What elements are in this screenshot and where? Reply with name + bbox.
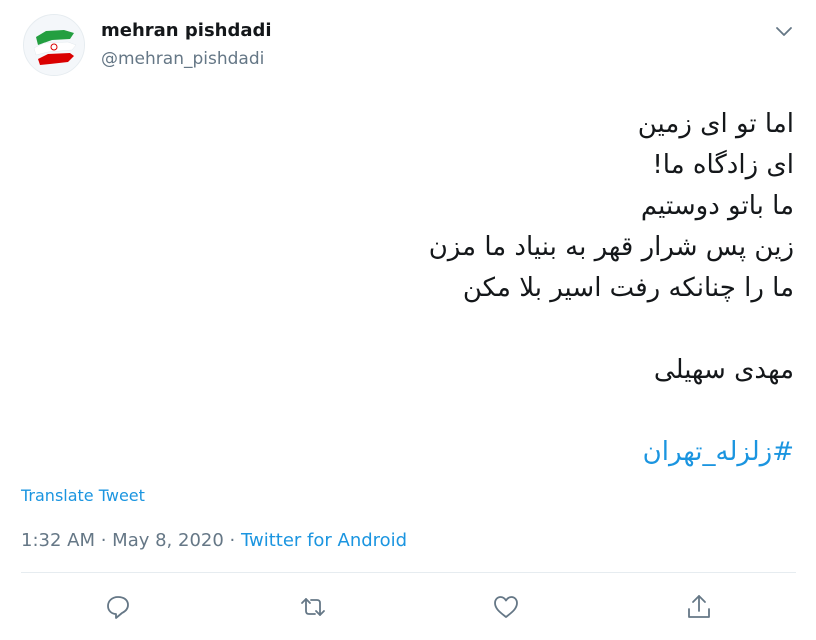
author-display-name[interactable]: mehran pishdadi bbox=[101, 20, 272, 41]
heart-icon bbox=[494, 596, 518, 618]
tweet-line: زین پس شرار قهر به بنیاد ما مزن bbox=[428, 232, 794, 262]
iran-flag-avatar-icon bbox=[24, 15, 84, 75]
meta-separator: · bbox=[223, 530, 241, 551]
tweet-meta: 1:32 AM · May 8, 2020 · Twitter for Andr… bbox=[21, 530, 407, 551]
tweet-date[interactable]: May 8, 2020 bbox=[112, 530, 224, 551]
tweet-card: mehran pishdadi @mehran_pishdadi اما تو … bbox=[0, 0, 816, 640]
author-handle[interactable]: @mehran_pishdadi bbox=[101, 49, 264, 69]
share-icon bbox=[688, 595, 710, 618]
tweet-signature: مهدی سهیلی bbox=[653, 355, 794, 385]
tweet-line: ما باتو دوستیم bbox=[640, 191, 794, 221]
chevron-down-icon[interactable] bbox=[772, 20, 796, 42]
avatar[interactable] bbox=[23, 14, 85, 76]
tweet-line: اما تو ای زمین bbox=[637, 109, 794, 139]
meta-separator: · bbox=[95, 530, 113, 551]
retweet-icon bbox=[301, 598, 325, 616]
tweet-time[interactable]: 1:32 AM bbox=[21, 530, 95, 551]
reply-icon bbox=[107, 596, 129, 619]
reply-button[interactable] bbox=[103, 592, 133, 622]
tweet-line: ای زادگاه ما! bbox=[652, 150, 794, 180]
retweet-button[interactable] bbox=[298, 592, 328, 622]
like-button[interactable] bbox=[491, 592, 521, 622]
hashtag-link[interactable]: #زلزله_تهران bbox=[643, 437, 794, 467]
tweet-text: اما تو ای زمین ای زادگاه ما! ما باتو دوس… bbox=[94, 104, 794, 473]
divider bbox=[21, 572, 796, 573]
translate-tweet-link[interactable]: Translate Tweet bbox=[21, 486, 145, 505]
tweet-line: ما را چنانکه رفت اسیر بلا مکن bbox=[462, 273, 794, 303]
share-button[interactable] bbox=[684, 592, 714, 622]
tweet-source-link[interactable]: Twitter for Android bbox=[241, 530, 407, 551]
